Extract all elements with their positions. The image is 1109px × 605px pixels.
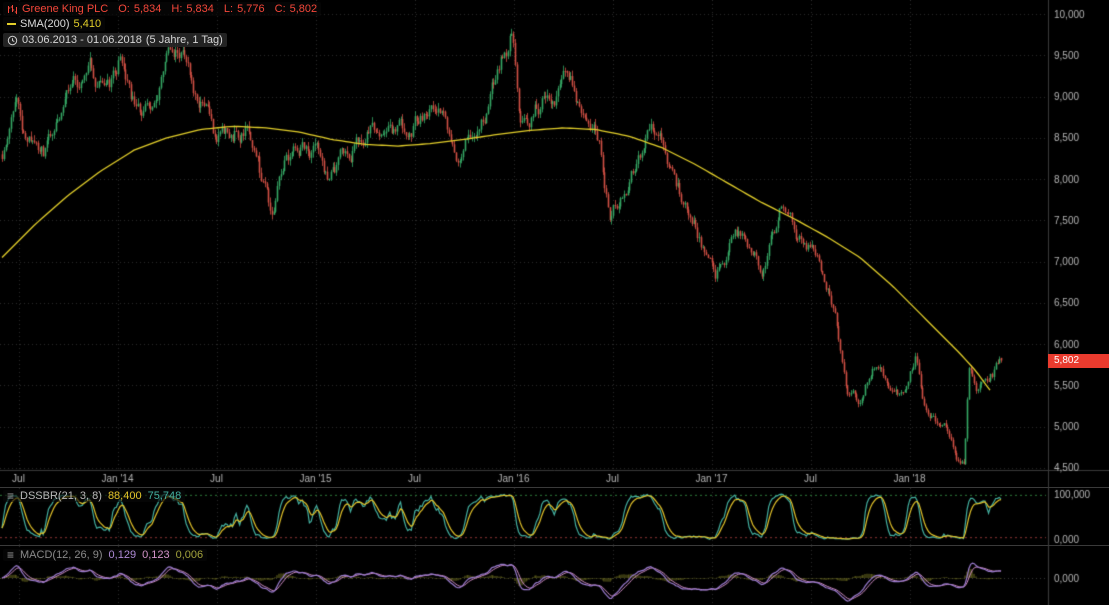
dssbr-value-1: 88,400: [108, 490, 142, 502]
sma-header[interactable]: SMA(200) 5,410: [3, 17, 105, 31]
last-price-tag: 5,802: [1048, 354, 1109, 368]
dssbr-label: DSSBR(21, 3, 8): [20, 490, 102, 502]
dssbr-header[interactable]: ≡ DSSBR(21, 3, 8) 88,400 75,748: [3, 490, 185, 502]
open-label: O:: [118, 3, 130, 15]
sma-value: 5,410: [74, 18, 102, 30]
panel-separator[interactable]: [0, 487, 1109, 488]
clock-icon: [7, 35, 18, 46]
main-price-chart[interactable]: [0, 0, 1109, 488]
macd-value-3: 0,006: [176, 549, 204, 561]
panel-separator[interactable]: [0, 545, 1109, 546]
dssbr-menu-icon[interactable]: ≡: [7, 490, 14, 502]
period-label: (5 Jahre, 1 Tag): [146, 34, 223, 46]
high-value: 5,834: [186, 3, 214, 15]
high-label: H:: [171, 3, 182, 15]
date-range: 03.06.2013 - 01.06.2018: [22, 34, 142, 46]
macd-label: MACD(12, 26, 9): [20, 549, 103, 561]
low-label: L:: [224, 3, 233, 15]
open-value: 5,834: [134, 3, 162, 15]
sma-line-swatch: [7, 23, 16, 25]
macd-menu-icon[interactable]: ≡: [7, 549, 14, 561]
macd-header[interactable]: ≡ MACD(12, 26, 9) 0,129 0,123 0,006: [3, 549, 207, 561]
instrument-name: Greene King PLC: [22, 3, 108, 15]
dssbr-value-2: 75,748: [148, 490, 182, 502]
instrument-icon: [7, 4, 18, 15]
low-value: 5,776: [237, 3, 265, 15]
macd-value-1: 0,129: [109, 549, 137, 561]
date-range-chip[interactable]: 03.06.2013 - 01.06.2018 (5 Jahre, 1 Tag): [3, 33, 227, 47]
chart-window: Greene King PLC O: 5,834 H: 5,834 L: 5,7…: [0, 0, 1109, 605]
close-value: 5,802: [290, 3, 318, 15]
ohlc-header[interactable]: Greene King PLC O: 5,834 H: 5,834 L: 5,7…: [3, 2, 321, 16]
macd-value-2: 0,123: [142, 549, 170, 561]
sma-label: SMA(200): [20, 18, 70, 30]
close-label: C:: [275, 3, 286, 15]
